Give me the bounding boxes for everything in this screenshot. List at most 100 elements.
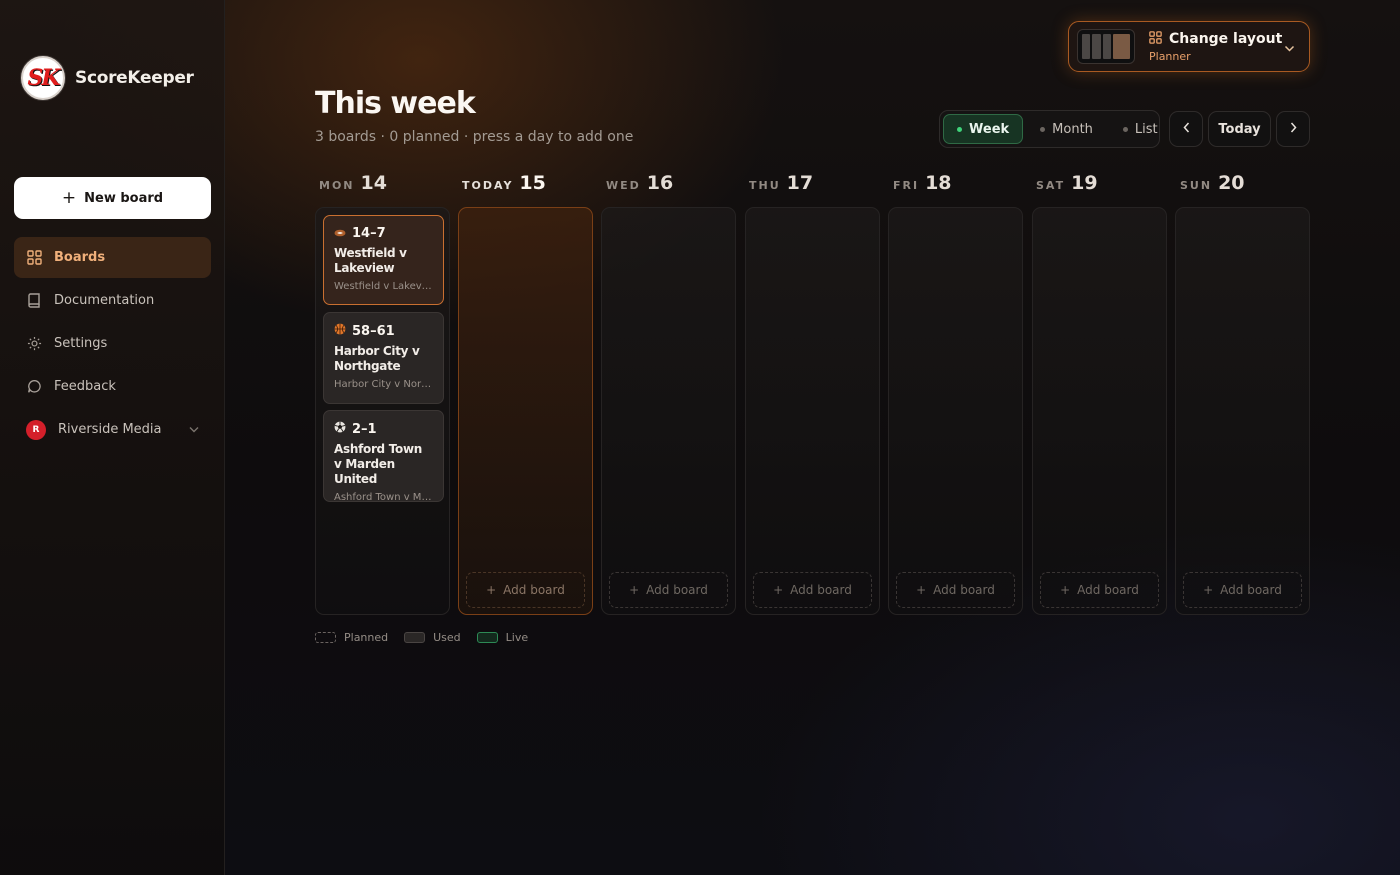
legend-item-live: Live — [476, 631, 529, 644]
view-toggle: Week Month List — [939, 110, 1160, 148]
board-score: 2–1 — [352, 421, 377, 437]
add-board-label: Add board — [1077, 583, 1139, 597]
add-board-label: Add board — [646, 583, 708, 597]
day-name: FRI — [893, 179, 920, 192]
add-board-label: Add board — [790, 583, 852, 597]
plus-icon: + — [486, 583, 497, 597]
chevron-right-icon — [1290, 122, 1297, 137]
brand-logo: SK — [21, 56, 65, 100]
day-column-wed[interactable]: + Add board — [601, 207, 736, 615]
today-button[interactable]: Today — [1208, 111, 1271, 147]
chat-bubble-icon — [26, 379, 42, 395]
add-board-button[interactable]: + Add board — [609, 572, 728, 608]
org-switcher[interactable]: R Riverside Media — [14, 409, 211, 450]
sidebar-item-boards[interactable]: Boards — [14, 237, 211, 278]
board-score: 58–61 — [352, 323, 395, 339]
board-card[interactable]: 2–1 Ashford Town v Marden United Ashford… — [323, 410, 444, 503]
legend-item-planned: Planned — [315, 631, 388, 644]
book-icon — [26, 293, 42, 309]
day-name: THU — [749, 179, 781, 192]
board-title: Westfield v Lakeview — [334, 246, 407, 275]
view-option-month[interactable]: Month — [1027, 114, 1106, 144]
add-board-button[interactable]: + Add board — [466, 572, 585, 608]
grid-icon — [1149, 30, 1162, 48]
day-number: 14 — [360, 172, 387, 194]
add-board-button[interactable]: + Add board — [1183, 572, 1302, 608]
sidebar-item-settings[interactable]: Settings — [14, 323, 211, 364]
layout-preview-thumbnail — [1077, 29, 1135, 64]
legend-label: Live — [505, 631, 529, 644]
new-board-button[interactable]: + New board — [14, 177, 211, 219]
basketball-icon — [334, 323, 346, 339]
current-layout-name: Planner — [1149, 49, 1191, 63]
day-number: 19 — [1071, 172, 1098, 194]
day-column-thu[interactable]: + Add board — [745, 207, 880, 615]
add-board-button[interactable]: + Add board — [1040, 572, 1159, 608]
view-option-label: Month — [1052, 121, 1093, 137]
plus-icon: + — [773, 583, 784, 597]
view-option-week[interactable]: Week — [943, 114, 1024, 144]
day-column-sat[interactable]: + Add board — [1032, 207, 1167, 615]
view-option-label: List — [1134, 121, 1158, 137]
brand-name: ScoreKeeper — [75, 68, 194, 88]
page-subtitle: 3 boards · 0 planned · press a day to ad… — [315, 129, 634, 145]
previous-week-button[interactable] — [1169, 111, 1203, 147]
sun-gear-icon — [26, 336, 42, 352]
day-name: MON — [319, 179, 355, 192]
org-avatar: R — [26, 419, 46, 440]
brand-logo-text: SK — [27, 65, 60, 91]
board-card[interactable]: 58–61 Harbor City v Northgate Harbor Cit… — [323, 312, 444, 404]
view-option-label: Week — [969, 121, 1010, 137]
sidebar: SK ScoreKeeper + New board Boards Docume… — [0, 0, 225, 875]
org-name: Riverside Media — [58, 422, 162, 437]
plus-icon: + — [1060, 583, 1071, 597]
day-header-mon: MON 14 — [319, 172, 387, 194]
add-board-button[interactable]: + Add board — [896, 572, 1015, 608]
day-column-mon[interactable]: 14–7 Westfield v Lakeview Westfield v La… — [315, 207, 450, 615]
add-board-button[interactable]: + Add board — [753, 572, 872, 608]
legend-label: Used — [433, 631, 461, 644]
day-header-wed: WED 16 — [606, 172, 673, 194]
football-icon — [334, 226, 346, 241]
day-number: 17 — [786, 172, 814, 194]
legend-label: Planned — [344, 631, 389, 644]
day-header-sun: SUN 20 — [1180, 172, 1245, 194]
status-dot — [1122, 126, 1128, 132]
board-subtitle: Harbor City v North… — [334, 379, 433, 390]
day-name: TODAY — [462, 179, 514, 192]
day-name: WED — [606, 179, 641, 192]
next-week-button[interactable] — [1276, 111, 1310, 147]
sidebar-item-label: Boards — [54, 250, 106, 265]
chevron-left-icon — [1182, 122, 1190, 137]
day-number: 18 — [925, 172, 952, 194]
day-header-fri: FRI 18 — [893, 172, 952, 194]
legend-swatch — [315, 632, 336, 643]
plus-icon: + — [61, 188, 77, 208]
day-name: SAT — [1036, 179, 1066, 192]
day-column-fri[interactable]: + Add board — [888, 207, 1023, 615]
status-dot — [957, 126, 962, 132]
grid-icon — [26, 250, 42, 266]
sidebar-item-documentation[interactable]: Documentation — [14, 280, 211, 321]
sidebar-item-feedback[interactable]: Feedback — [14, 366, 211, 407]
plus-icon: + — [916, 583, 927, 597]
chevron-down-icon — [1284, 37, 1295, 56]
day-header-today: TODAY 15 — [462, 172, 546, 194]
brand[interactable]: SK ScoreKeeper — [21, 56, 194, 100]
day-column-sun[interactable]: + Add board — [1175, 207, 1310, 615]
add-board-label: Add board — [503, 583, 565, 597]
legend-swatch — [404, 632, 426, 643]
sidebar-nav: Boards Documentation Settings Feedback R… — [14, 237, 211, 452]
change-layout-button[interactable]: Change layout Planner — [1068, 21, 1310, 72]
status-dot — [1040, 126, 1046, 132]
board-subtitle: Ashford Town v Ma… — [334, 492, 433, 503]
sidebar-item-label: Settings — [54, 336, 108, 351]
legend-item-used: Used — [404, 631, 461, 644]
board-card[interactable]: 14–7 Westfield v Lakeview Westfield v La… — [323, 215, 444, 305]
board-subtitle: Westfield v Lakeview — [334, 281, 433, 292]
view-option-list[interactable]: List — [1110, 114, 1171, 144]
day-column-today[interactable]: + Add board — [458, 207, 593, 615]
add-board-label: Add board — [933, 583, 995, 597]
board-score: 14–7 — [352, 226, 386, 241]
add-board-label: Add board — [1220, 583, 1282, 597]
